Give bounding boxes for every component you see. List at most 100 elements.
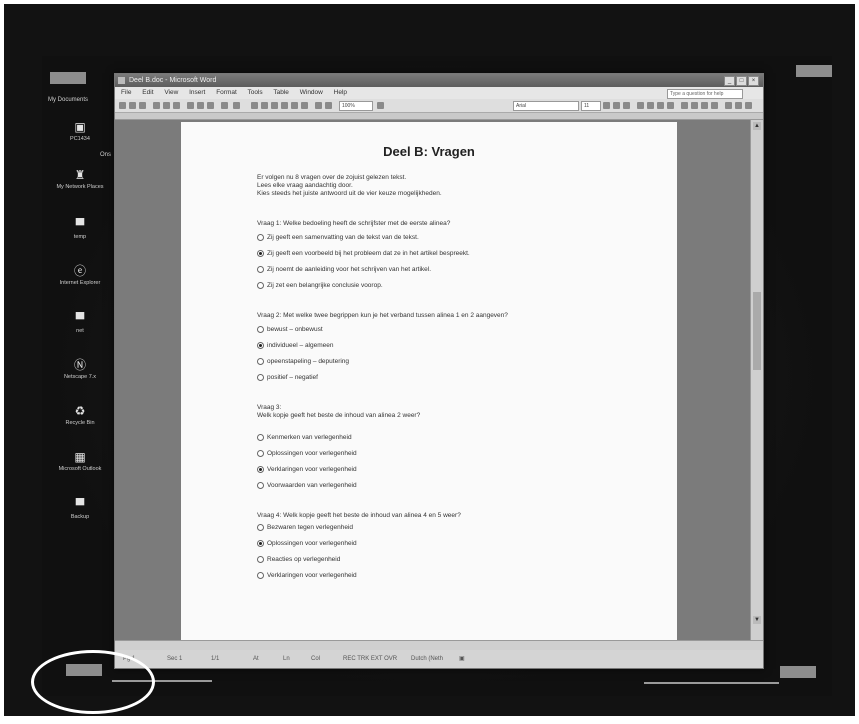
spelling-icon[interactable]	[173, 102, 180, 109]
q2-option-b[interactable]: individueel – algemeen	[257, 342, 334, 349]
show-hide-icon[interactable]	[325, 102, 332, 109]
radio-button[interactable]	[257, 450, 264, 457]
desktop-icon-ie[interactable]: ⓔ Internet Explorer	[50, 264, 110, 286]
vertical-scrollbar[interactable]: ▲ ▼	[750, 120, 763, 640]
align-center-icon[interactable]	[647, 102, 654, 109]
font-select[interactable]: Arial	[513, 101, 579, 111]
q3-option-a[interactable]: Kenmerken van verlegenheid	[257, 434, 352, 441]
maximize-button[interactable]: □	[736, 76, 747, 86]
desktop-icon-network[interactable]: ♜ My Network Places	[50, 168, 110, 190]
tape-mark	[796, 65, 832, 77]
radio-button[interactable]	[257, 524, 264, 531]
minimize-button[interactable]: _	[724, 76, 735, 86]
close-button[interactable]: ×	[748, 76, 759, 86]
align-right-icon[interactable]	[657, 102, 664, 109]
menu-view[interactable]: View	[164, 89, 178, 96]
numbering-icon[interactable]	[681, 102, 688, 109]
spelling-status-icon[interactable]: ▣	[459, 650, 465, 668]
highlight-icon[interactable]	[735, 102, 742, 109]
q4-option-c[interactable]: Reacties op verlegenheid	[257, 556, 340, 563]
print-icon[interactable]	[153, 102, 160, 109]
desktop-icon-temp[interactable]: ▀ temp	[50, 218, 110, 240]
excel-icon[interactable]	[281, 102, 288, 109]
desktop-icon-netscape[interactable]: Ⓝ Netscape 7.x	[50, 358, 110, 380]
q1-option-d[interactable]: Zij zet een belangrijke conclusie voorop…	[257, 282, 383, 289]
radio-button[interactable]	[257, 556, 264, 563]
cut-icon[interactable]	[187, 102, 194, 109]
document-page[interactable]: Deel B: Vragen Er volgen nu 8 vragen ove…	[181, 122, 677, 640]
hyperlink-icon[interactable]	[251, 102, 258, 109]
menu-window[interactable]: Window	[300, 89, 323, 96]
menu-file[interactable]: File	[121, 89, 131, 96]
save-icon[interactable]	[139, 102, 146, 109]
desktop-icon-recycle-bin[interactable]: ♻ Recycle Bin	[50, 404, 110, 426]
q4-option-b[interactable]: Oplossingen voor verlegenheid	[257, 540, 357, 547]
q4-option-a[interactable]: Bezwaren tegen verlegenheid	[257, 524, 353, 531]
scroll-thumb[interactable]	[753, 292, 761, 370]
radio-button[interactable]	[257, 482, 264, 489]
ask-question-input[interactable]: Type a question for help	[667, 89, 743, 99]
align-left-icon[interactable]	[637, 102, 644, 109]
doc-map-icon[interactable]	[315, 102, 322, 109]
desktop-icon-backup[interactable]: ▀ Backup	[50, 498, 110, 520]
desktop-icon-net[interactable]: ▀ net	[50, 312, 110, 334]
q3-option-b[interactable]: Oplossingen voor verlegenheid	[257, 450, 357, 457]
q2-option-a[interactable]: bewust – onbewust	[257, 326, 323, 333]
radio-button[interactable]	[257, 434, 264, 441]
menu-table[interactable]: Table	[273, 89, 289, 96]
decrease-indent-icon[interactable]	[701, 102, 708, 109]
radio-button-selected[interactable]	[257, 342, 264, 349]
menu-tools[interactable]: Tools	[247, 89, 262, 96]
copy-icon[interactable]	[197, 102, 204, 109]
q2-option-c[interactable]: opeenstapeling – deputering	[257, 358, 349, 365]
q2-option-d[interactable]: positief – negatief	[257, 374, 318, 381]
font-color-icon[interactable]	[745, 102, 752, 109]
title-bar[interactable]: Deel B.doc - Microsoft Word _ □ ×	[115, 74, 763, 87]
menu-insert[interactable]: Insert	[189, 89, 205, 96]
new-icon[interactable]	[119, 102, 126, 109]
paste-icon[interactable]	[207, 102, 214, 109]
open-icon[interactable]	[129, 102, 136, 109]
print-preview-icon[interactable]	[163, 102, 170, 109]
q4-option-d[interactable]: Verklaringen voor verlegenheid	[257, 572, 357, 579]
menu-help[interactable]: Help	[334, 89, 347, 96]
desktop-icon-computer[interactable]: ▣ PC1434	[50, 120, 110, 142]
desktop-icon-outlook[interactable]: ▦ Microsoft Outlook	[50, 450, 110, 472]
bullets-icon[interactable]	[691, 102, 698, 109]
scroll-up-icon[interactable]: ▲	[753, 122, 761, 130]
border-icon[interactable]	[725, 102, 732, 109]
radio-button[interactable]	[257, 282, 264, 289]
increase-indent-icon[interactable]	[711, 102, 718, 109]
redo-icon[interactable]	[233, 102, 240, 109]
bold-icon[interactable]	[603, 102, 610, 109]
q1-option-a[interactable]: Zij geeft een samenvatting van de tekst …	[257, 234, 419, 241]
radio-button[interactable]	[257, 234, 264, 241]
drawing-icon[interactable]	[301, 102, 308, 109]
columns-icon[interactable]	[291, 102, 298, 109]
radio-button-selected[interactable]	[257, 250, 264, 257]
zoom-select[interactable]: 100%	[339, 101, 373, 111]
q3-option-c[interactable]: Verklaringen voor verlegenheid	[257, 466, 357, 473]
radio-button-selected[interactable]	[257, 540, 264, 547]
help-icon[interactable]	[377, 102, 384, 109]
radio-button[interactable]	[257, 326, 264, 333]
insert-table-icon[interactable]	[271, 102, 278, 109]
justify-icon[interactable]	[667, 102, 674, 109]
radio-button[interactable]	[257, 374, 264, 381]
menu-format[interactable]: Format	[216, 89, 237, 96]
radio-button-selected[interactable]	[257, 466, 264, 473]
underline-icon[interactable]	[623, 102, 630, 109]
font-size-select[interactable]: 11	[581, 101, 601, 111]
q3-option-d[interactable]: Voorwaarden van verlegenheid	[257, 482, 357, 489]
q1-option-c[interactable]: Zij noemt de aanleiding voor het schrijv…	[257, 266, 431, 273]
menu-edit[interactable]: Edit	[142, 89, 153, 96]
radio-button[interactable]	[257, 358, 264, 365]
ruler[interactable]	[115, 113, 763, 120]
q1-option-b[interactable]: Zij geeft een voorbeeld bij het probleem…	[257, 250, 470, 257]
radio-button[interactable]	[257, 266, 264, 273]
radio-button[interactable]	[257, 572, 264, 579]
scroll-down-icon[interactable]: ▼	[753, 616, 761, 624]
italic-icon[interactable]	[613, 102, 620, 109]
undo-icon[interactable]	[221, 102, 228, 109]
tables-borders-icon[interactable]	[261, 102, 268, 109]
